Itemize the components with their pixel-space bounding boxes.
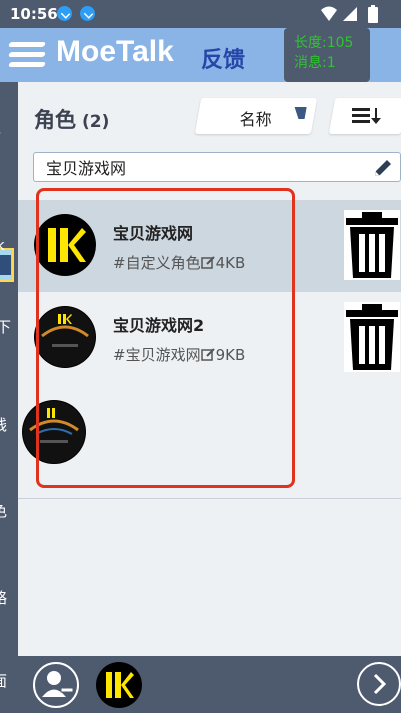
person-minus-icon [42,671,74,697]
sort-descending-icon [352,108,381,124]
sidebar-fragment[interactable]: 略 [0,587,7,608]
character-size: 9KB [215,346,246,364]
search-field[interactable] [33,152,401,182]
sidebar-fragment[interactable]: . [0,120,2,138]
character-avatar [22,400,86,464]
feedback-link[interactable]: 反馈 [201,42,245,74]
sidebar-fragment[interactable]: 钱 [0,414,7,435]
stats-box: 长度:105 消息:1 [284,28,370,82]
signal-icon [343,7,357,21]
character-avatar [34,306,96,368]
sidebar-fragment[interactable]: 色 [0,500,7,521]
panel-title-text: 角色 [34,108,76,132]
app-title: MoeTalk [56,35,174,68]
trash-icon [346,212,398,278]
character-logo-icon [23,401,85,463]
clock: 10:56 [10,5,58,23]
chevron-right-icon [373,673,387,695]
message-count-stat: 消息:1 [294,55,336,71]
character-size: 4KB [215,254,246,272]
panel-title: 角色 (2) [34,104,109,134]
current-character-avatar[interactable] [96,662,142,708]
character-meta: #自定义角色 4KB [113,252,245,273]
character-name: 宝贝游戏网 [113,224,194,243]
character-row[interactable]: 宝贝游戏网2 #宝贝游戏网 9KB [18,292,401,384]
character-logo-icon [35,307,95,367]
character-tag: #宝贝游戏网 [113,346,201,364]
sort-field-select[interactable]: 名称 [194,98,318,134]
pencil-icon[interactable] [372,157,394,179]
status-bar: 10:56 [0,0,401,28]
bottom-bar [18,656,401,713]
character-row[interactable] [18,384,401,474]
battery-icon [368,5,378,23]
left-sidebar: . alk 下 钱 色 略 面 [0,82,18,713]
add-character-button[interactable] [33,662,79,708]
length-stat: 长度:105 [294,35,354,51]
sidebar-fragment[interactable]: alk [0,238,5,254]
dropdown-triangle-icon [292,107,307,119]
delete-button[interactable] [344,302,400,372]
download-icon [80,6,95,21]
edit-icon[interactable] [200,255,216,270]
hamburger-menu-icon[interactable] [8,42,47,68]
sort-field-label: 名称 [239,110,272,129]
wifi-icon [321,6,337,21]
character-name: 宝贝游戏网2 [113,316,205,335]
search-input[interactable] [34,153,364,181]
character-panel: 角色 (2) 名称 宝贝游戏网 宝贝游戏网 #自定义角色 4KB 宝贝游戏网2 … [18,82,401,656]
next-button[interactable] [357,662,401,706]
sidebar-fragment[interactable]: 下 [0,316,11,337]
edit-icon[interactable] [200,347,216,362]
sort-order-button[interactable] [328,98,401,134]
download-icon [57,6,72,21]
character-meta: #宝贝游戏网 9KB [113,344,245,365]
character-tag: #自定义角色 [113,254,201,272]
app-header: MoeTalk 反馈 长度:105 消息:1 [0,28,401,82]
character-row[interactable]: 宝贝游戏网 #自定义角色 4KB [18,200,401,292]
list-divider [18,498,401,499]
delete-button[interactable] [344,210,400,280]
character-logo-icon [106,672,134,698]
character-avatar [34,214,96,276]
character-logo-icon [48,228,86,262]
sidebar-fragment[interactable]: 面 [0,670,7,691]
trash-icon [346,304,398,370]
character-count: (2) [82,112,110,132]
